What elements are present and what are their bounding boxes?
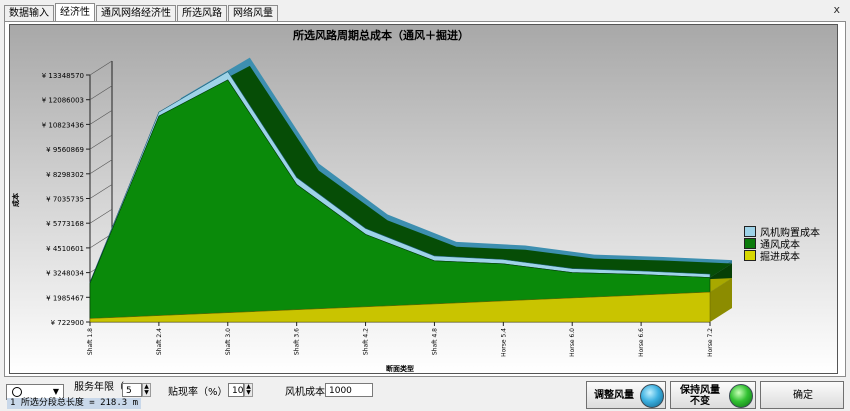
legend-swatch-ventilation (744, 237, 756, 249)
cost-area-chart: 所选风路周期总成本（通风＋掘进） ¥ 722900 ¥ 1985467 ¥ 32480… (11, 28, 732, 373)
keep-airflow-button[interactable]: 保持风量 不变 (670, 381, 756, 409)
blue-indicator-icon (640, 384, 664, 408)
discount-rate-field[interactable]: 10 (228, 383, 244, 397)
y-tick-label: ¥ 722900 (51, 319, 84, 327)
ok-button-label: 确定 (793, 390, 813, 401)
x-tick-label: Shaft 3.6 (294, 328, 301, 355)
y-grid-diagonal (89, 85, 113, 100)
x-tick-label: Horse 7.2 (707, 328, 714, 357)
x-tick-label: Shaft 1.8 (87, 328, 94, 355)
y-axis-title: 成本 (11, 193, 20, 207)
status-bar: 1 所选分段总长度 = 218.3 m (7, 398, 142, 409)
service-years-field[interactable]: 5 (122, 383, 142, 397)
chart-legend: 风机购置成本 通风成本 掘进成本 (744, 225, 820, 263)
tab-selected-path[interactable]: 所选风路 (177, 5, 227, 21)
y-tick-label: ¥ 1985467 (46, 294, 84, 302)
y-grid-diagonal (89, 184, 113, 199)
y-tick-label: ¥ 8298302 (46, 171, 84, 179)
discount-rate-label: 贴现率（%） (168, 387, 228, 398)
ventilation-area (89, 79, 711, 319)
chart-panel: 所选风路周期总成本（通风＋掘进） ¥ 722900 ¥ 1985467 ¥ 32480… (9, 24, 838, 374)
y-grid-diagonal (89, 60, 113, 76)
legend-label-excavation: 掘进成本 (760, 251, 800, 263)
tab-bar: 数据输入 经济性 通风网络经济性 所选风路 网络风量 (4, 3, 279, 21)
tab-network-economics[interactable]: 通风网络经济性 (96, 5, 176, 21)
y-grid-diagonal (89, 110, 113, 125)
y-tick-label: ¥ 7035735 (46, 196, 84, 204)
legend-swatch-excavation (744, 249, 756, 261)
y-tick-label: ¥ 5773168 (46, 220, 84, 228)
legend-swatch-fan-purchase (744, 225, 756, 237)
x-tick-label: Shaft 4.2 (363, 328, 370, 355)
circle-marker-icon (12, 387, 22, 397)
tab-network-airflow[interactable]: 网络风量 (228, 5, 278, 21)
fan-cost-field[interactable]: 1000 (325, 383, 373, 397)
x-tick-label: Shaft 3.0 (225, 328, 232, 355)
x-tick-label: Shaft 4.8 (431, 328, 438, 355)
y-tick-label: ¥ 13348570 (42, 72, 84, 80)
x-tick-label: Shaft 2.4 (156, 328, 163, 355)
tab-economics[interactable]: 经济性 (55, 3, 95, 21)
y-tick-label: ¥ 10823436 (42, 121, 85, 129)
y-tick-label: ¥ 9560869 (46, 146, 84, 154)
keep-airflow-line2: 不变 (690, 396, 710, 407)
x-tick-label: Horse 6.6 (638, 328, 645, 357)
bottom-toolbar: ▼ 服务年限（ 5 ▲ ▼ 贴现率（%） 10 ▲ ▼ 风机成本 1000 1 所选… (0, 378, 850, 411)
discount-rate-spinner[interactable]: ▲ ▼ (244, 383, 253, 397)
service-years-label: 服务年限（ (74, 382, 124, 393)
y-grid-diagonal (89, 208, 113, 224)
keep-airflow-line1: 保持风量 (680, 385, 720, 396)
y-tick-label: ¥ 4510601 (46, 245, 84, 253)
keep-airflow-label: 保持风量 不变 (674, 385, 726, 407)
chevron-down-icon: ▼ (52, 387, 59, 396)
x-axis-title: 断面类型 (386, 364, 414, 373)
y-tick-label: ¥ 3248034 (46, 270, 84, 278)
service-years-spinner[interactable]: ▲ ▼ (142, 383, 151, 397)
adjust-airflow-label: 调整风量 (594, 390, 634, 401)
fan-cost-label: 风机成本 (285, 387, 325, 398)
y-grid-diagonal (89, 134, 113, 150)
legend-item-excavation: 掘进成本 (744, 249, 820, 263)
x-tick-label: Horse 5.4 (500, 328, 507, 357)
adjust-airflow-button[interactable]: 调整风量 (586, 381, 666, 409)
chart-title: 所选风路周期总成本（通风＋掘进） (293, 28, 469, 42)
x-tick-label: Horse 6.0 (569, 328, 576, 357)
y-tick-label: ¥ 12086003 (42, 97, 84, 105)
close-icon[interactable]: x (833, 3, 840, 16)
ok-button[interactable]: 确定 (760, 381, 844, 409)
tab-data-input[interactable]: 数据输入 (4, 5, 54, 21)
green-indicator-icon (729, 384, 753, 408)
y-grid-diagonal (89, 159, 113, 175)
